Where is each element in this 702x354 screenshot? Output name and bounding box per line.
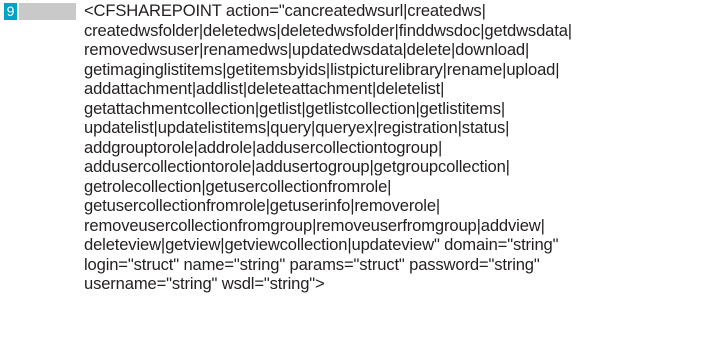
code-line: getusercollectionfromrole|getuserinfo|re…: [84, 196, 441, 215]
code-line: removeusercollectionfromgroup|removeuser…: [84, 215, 545, 235]
code-line: getattachmentcollection|getlist|getlistc…: [84, 98, 505, 118]
code-line: getrolecollection|getusercollectionfromr…: [84, 176, 392, 196]
code-line: addattachment|addlist|deleteattachment|d…: [84, 79, 445, 98]
code-line: deleteview|getview|getviewcollection|upd…: [84, 235, 559, 254]
code-line: getimaginglistitems|getitemsbyids|listpi…: [84, 59, 560, 79]
code-line: username="string" wsdl="string">: [84, 274, 325, 293]
line-marker-bar: [19, 3, 76, 20]
code-line: login="struct" name="string" params="str…: [84, 254, 540, 274]
code-line: createdwsfolder|deletedws|deletedwsfolde…: [84, 20, 572, 40]
code-line: addgrouptorole|addrole|addusercollection…: [84, 137, 443, 157]
code-line: <CFSHAREPOINT action="cancreatedwsurl|cr…: [84, 1, 486, 20]
code-line: removedwsuser|renamedws|updatedwsdata|de…: [84, 40, 530, 59]
code-line: updatelist|updatelistitems|query|queryex…: [84, 118, 510, 137]
code-line: addusercollectiontorole|addusertogroup|g…: [84, 157, 510, 176]
line-number-badge: 9: [4, 3, 17, 20]
code-syntax-block: <CFSHAREPOINT action="cancreatedwsurl|cr…: [84, 1, 698, 294]
